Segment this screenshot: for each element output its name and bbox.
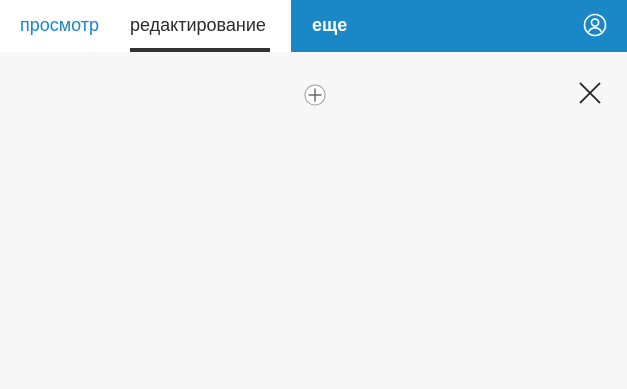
tab-view[interactable]: просмотр [20,0,99,52]
top-navigation-bar: просмотр редактирование еще [0,0,627,52]
add-circle-icon[interactable] [304,84,326,106]
tab-edit[interactable]: редактирование [130,0,270,52]
close-icon[interactable] [578,81,602,105]
more-menu-bar: еще [291,0,627,52]
more-menu-button[interactable]: еще [312,0,347,50]
tab-bar: просмотр редактирование [0,0,291,52]
account-circle-icon[interactable] [583,13,607,37]
